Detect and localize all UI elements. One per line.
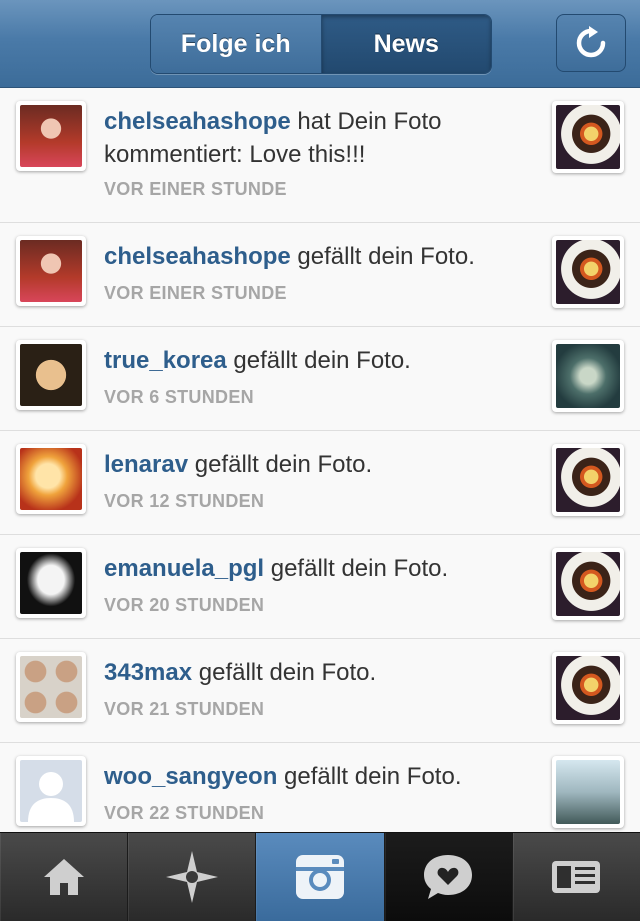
username-link[interactable]: chelseahashope	[104, 243, 291, 270]
activity-text: woo_sangyeon gefällt dein Foto.	[104, 760, 524, 793]
list-item[interactable]: emanuela_pgl gefällt dein Foto. VOR 20 S…	[0, 535, 640, 639]
activity-message: gefällt dein Foto.	[270, 555, 449, 582]
news-feed-list: chelseahashope hat Dein Foto kommentiert…	[0, 88, 640, 832]
activity-text: chelseahashope hat Dein Foto kommentiert…	[104, 105, 524, 171]
timestamp: VOR EINER STUNDE	[104, 179, 287, 199]
activity-text: 343max gefällt dein Foto.	[104, 656, 524, 689]
list-item[interactable]: woo_sangyeon gefällt dein Foto. VOR 22 S…	[0, 743, 640, 832]
tab-explore[interactable]	[128, 833, 257, 921]
feed-segmented-control: Folge ich News	[150, 14, 492, 74]
photo-thumbnail[interactable]	[552, 340, 624, 412]
photo-thumbnail[interactable]	[552, 444, 624, 516]
activity-message: gefällt dein Foto.	[198, 659, 377, 686]
avatar[interactable]	[16, 236, 86, 306]
photo-thumbnail[interactable]	[552, 548, 624, 620]
username-link[interactable]: true_korea	[104, 347, 227, 374]
list-item[interactable]: chelseahashope hat Dein Foto kommentiert…	[0, 88, 640, 223]
list-item[interactable]: 343max gefällt dein Foto. VOR 21 STUNDEN	[0, 639, 640, 743]
top-navigation-bar: Folge ich News	[0, 0, 640, 88]
timestamp: VOR 12 STUNDEN	[104, 491, 265, 511]
photo-thumbnail[interactable]	[552, 652, 624, 724]
tab-home[interactable]	[0, 833, 129, 921]
camera-icon	[296, 855, 344, 899]
list-item[interactable]: chelseahashope gefällt dein Foto. VOR EI…	[0, 223, 640, 327]
username-link[interactable]: chelseahashope	[104, 108, 291, 135]
avatar[interactable]	[16, 101, 86, 171]
tab-news[interactable]: News	[321, 15, 491, 73]
activity-message: gefällt dein Foto.	[297, 243, 475, 270]
timestamp: VOR 6 STUNDEN	[104, 387, 254, 407]
activity-text: true_korea gefällt dein Foto.	[104, 344, 524, 377]
photo-thumbnail[interactable]	[552, 756, 624, 828]
username-link[interactable]: 343max	[104, 659, 192, 686]
timestamp: VOR 21 STUNDEN	[104, 699, 265, 719]
avatar[interactable]	[16, 340, 86, 410]
photo-thumbnail[interactable]	[552, 236, 624, 308]
explore-icon	[165, 851, 218, 903]
username-link[interactable]: woo_sangyeon	[104, 763, 277, 790]
bottom-tab-bar	[0, 832, 640, 921]
activity-message: gefällt dein Foto.	[233, 347, 411, 374]
tab-following[interactable]: Folge ich	[151, 15, 322, 73]
home-icon	[43, 859, 84, 895]
photo-thumbnail[interactable]	[552, 101, 624, 173]
timestamp: VOR EINER STUNDE	[104, 283, 287, 303]
avatar[interactable]	[16, 652, 86, 722]
avatar[interactable]	[16, 756, 86, 826]
activity-text: lenarav gefällt dein Foto.	[104, 448, 524, 481]
tab-camera[interactable]	[256, 833, 385, 921]
avatar[interactable]	[16, 444, 86, 514]
list-item[interactable]: true_korea gefällt dein Foto. VOR 6 STUN…	[0, 327, 640, 431]
activity-text: chelseahashope gefällt dein Foto.	[104, 240, 524, 273]
news-icon	[424, 855, 473, 899]
timestamp: VOR 22 STUNDEN	[104, 803, 265, 823]
activity-message: gefällt dein Foto.	[284, 763, 462, 790]
default-avatar-icon	[28, 772, 74, 822]
list-item[interactable]: lenarav gefällt dein Foto. VOR 12 STUNDE…	[0, 431, 640, 535]
activity-message: gefällt dein Foto.	[194, 451, 373, 478]
refresh-icon	[576, 26, 606, 58]
tab-profile[interactable]	[513, 833, 640, 921]
refresh-button[interactable]	[556, 14, 626, 72]
profile-icon	[552, 861, 601, 893]
avatar[interactable]	[16, 548, 86, 618]
activity-text: emanuela_pgl gefällt dein Foto.	[104, 552, 524, 585]
timestamp: VOR 20 STUNDEN	[104, 595, 265, 615]
tab-news-activity[interactable]	[384, 833, 513, 921]
username-link[interactable]: emanuela_pgl	[104, 555, 264, 582]
username-link[interactable]: lenarav	[104, 451, 188, 478]
